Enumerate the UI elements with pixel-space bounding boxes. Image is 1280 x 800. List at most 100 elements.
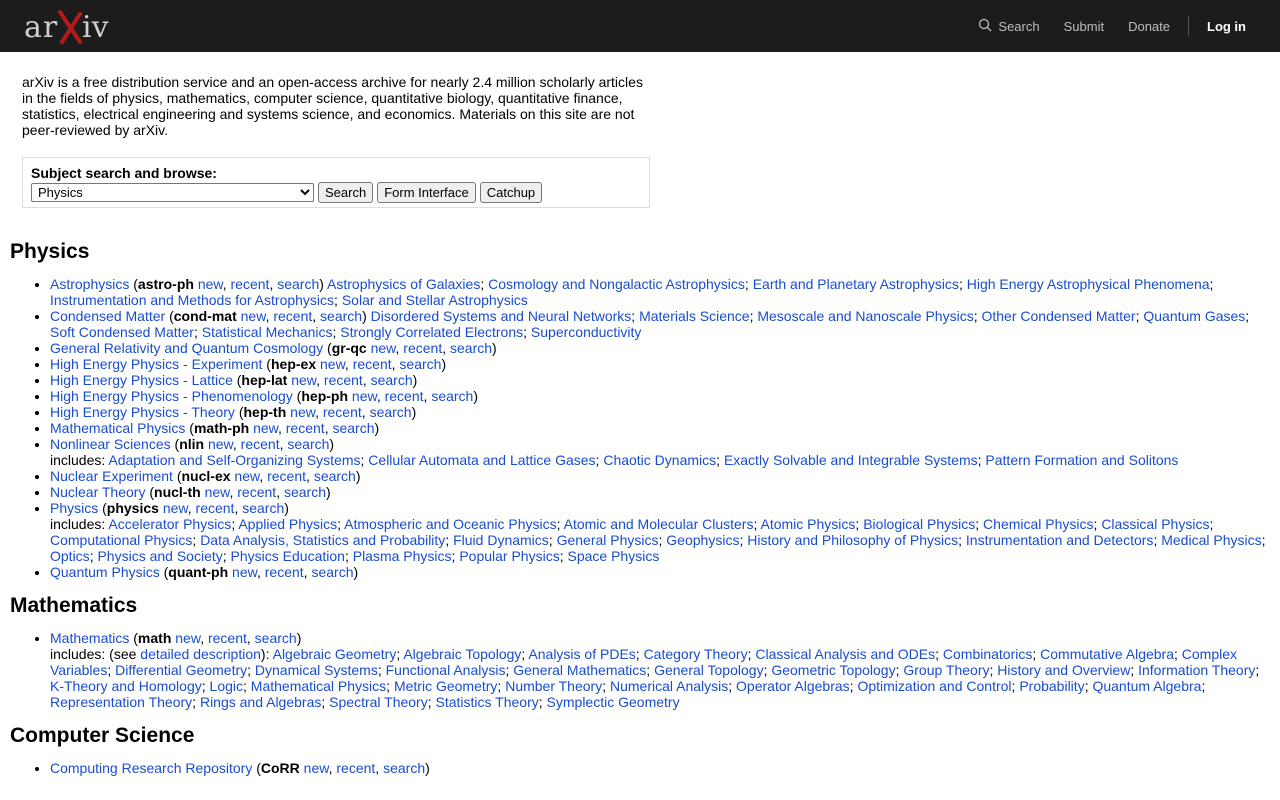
- archive-link[interactable]: High Energy Physics - Phenomenology: [50, 388, 293, 404]
- search-link[interactable]: search: [242, 500, 284, 516]
- subcategory-link[interactable]: Geophysics: [666, 532, 739, 548]
- subcategory-link[interactable]: General Physics: [557, 532, 659, 548]
- arxiv-logo[interactable]: ar iv: [24, 6, 112, 46]
- search-link[interactable]: search: [383, 760, 425, 776]
- subcategory-link[interactable]: Statistics Theory: [436, 694, 539, 710]
- subcategory-link[interactable]: Metric Geometry: [394, 678, 497, 694]
- subject-select[interactable]: Physics: [31, 183, 314, 202]
- recent-link[interactable]: recent: [385, 388, 424, 404]
- subcategory-link[interactable]: Instrumentation and Detectors: [966, 532, 1154, 548]
- login-link[interactable]: Log in: [1207, 19, 1246, 34]
- subcategory-link[interactable]: Spectral Theory: [329, 694, 428, 710]
- subcategory-link[interactable]: Combinatorics: [943, 646, 1032, 662]
- recent-link[interactable]: recent: [286, 420, 325, 436]
- subcategory-link[interactable]: Popular Physics: [459, 548, 559, 564]
- recent-link[interactable]: recent: [241, 436, 280, 452]
- archive-link[interactable]: High Energy Physics - Lattice: [50, 372, 233, 388]
- recent-link[interactable]: recent: [403, 340, 442, 356]
- subcategory-link[interactable]: Superconductivity: [531, 324, 642, 340]
- subcategory-link[interactable]: Biological Physics: [863, 516, 975, 532]
- search-link[interactable]: search: [311, 564, 353, 580]
- recent-link[interactable]: recent: [237, 484, 276, 500]
- subcategory-link[interactable]: Commutative Algebra: [1040, 646, 1174, 662]
- subcategory-link[interactable]: Atomic Physics: [761, 516, 856, 532]
- recent-link[interactable]: recent: [231, 276, 270, 292]
- new-link[interactable]: new: [198, 276, 223, 292]
- subcategory-link[interactable]: Chemical Physics: [983, 516, 1093, 532]
- archive-link[interactable]: Nuclear Experiment: [50, 468, 173, 484]
- new-link[interactable]: new: [291, 372, 316, 388]
- subcategory-link[interactable]: High Energy Astrophysical Phenomena: [967, 276, 1210, 292]
- subcategory-link[interactable]: Atmospheric and Oceanic Physics: [344, 516, 556, 532]
- archive-link[interactable]: Mathematics: [50, 630, 129, 646]
- subcategory-link[interactable]: Cosmology and Nongalactic Astrophysics: [488, 276, 745, 292]
- subcategory-link[interactable]: Statistical Mechanics: [202, 324, 333, 340]
- archive-link[interactable]: Condensed Matter: [50, 308, 165, 324]
- subcategory-link[interactable]: Operator Algebras: [736, 678, 850, 694]
- subcategory-link[interactable]: Symplectic Geometry: [547, 694, 680, 710]
- subcategory-link[interactable]: Data Analysis, Statistics and Probabilit…: [200, 532, 445, 548]
- subcategory-link[interactable]: Plasma Physics: [353, 548, 452, 564]
- search-link[interactable]: search: [284, 484, 326, 500]
- subcategory-link[interactable]: Classical Analysis and ODEs: [755, 646, 935, 662]
- archive-link[interactable]: Quantum Physics: [50, 564, 160, 580]
- subcategory-link[interactable]: Group Theory: [903, 662, 989, 678]
- search-link[interactable]: search: [371, 372, 413, 388]
- archive-link[interactable]: Astrophysics: [50, 276, 129, 292]
- recent-link[interactable]: recent: [196, 500, 235, 516]
- subcategory-link[interactable]: Chaotic Dynamics: [603, 452, 716, 468]
- recent-link[interactable]: recent: [208, 630, 247, 646]
- search-link[interactable]: search: [255, 630, 297, 646]
- search-link[interactable]: search: [370, 404, 412, 420]
- subcategory-link[interactable]: Classical Physics: [1101, 516, 1209, 532]
- subcategory-link[interactable]: Atomic and Molecular Clusters: [564, 516, 754, 532]
- subcategory-link[interactable]: History and Philosophy of Physics: [747, 532, 958, 548]
- detailed-description-link[interactable]: detailed description: [140, 646, 261, 662]
- search-link[interactable]: search: [277, 276, 319, 292]
- archive-link[interactable]: Physics: [50, 500, 98, 516]
- subcategory-link[interactable]: Materials Science: [639, 308, 750, 324]
- archive-link[interactable]: High Energy Physics - Experiment: [50, 356, 262, 372]
- subcategory-link[interactable]: Algebraic Geometry: [273, 646, 397, 662]
- archive-link[interactable]: Computing Research Repository: [50, 760, 252, 776]
- new-link[interactable]: new: [253, 420, 278, 436]
- subcategory-link[interactable]: Instrumentation and Methods for Astrophy…: [50, 292, 334, 308]
- search-link[interactable]: search: [399, 356, 441, 372]
- subcategory-link[interactable]: Exactly Solvable and Integrable Systems: [724, 452, 978, 468]
- subcategory-link[interactable]: Dynamical Systems: [255, 662, 378, 678]
- subcategory-link[interactable]: History and Overview: [997, 662, 1130, 678]
- subcategory-link[interactable]: Space Physics: [568, 548, 660, 564]
- new-link[interactable]: new: [208, 436, 233, 452]
- subcategory-link[interactable]: Accelerator Physics: [108, 516, 231, 532]
- archive-link[interactable]: Nuclear Theory: [50, 484, 145, 500]
- subcategory-link[interactable]: Pattern Formation and Solitons: [985, 452, 1178, 468]
- subcategory-link[interactable]: Soft Condensed Matter: [50, 324, 194, 340]
- search-link[interactable]: search: [450, 340, 492, 356]
- subcategory-link[interactable]: Analysis of PDEs: [528, 646, 635, 662]
- search-button[interactable]: Search: [318, 182, 374, 203]
- archive-link[interactable]: Mathematical Physics: [50, 420, 185, 436]
- subcategory-link[interactable]: Mathematical Physics: [251, 678, 386, 694]
- recent-link[interactable]: recent: [273, 308, 312, 324]
- subcategory-link[interactable]: Quantum Algebra: [1092, 678, 1201, 694]
- search-link[interactable]: search: [314, 468, 356, 484]
- subcategory-link[interactable]: Numerical Analysis: [610, 678, 728, 694]
- recent-link[interactable]: recent: [353, 356, 392, 372]
- search-link[interactable]: search: [431, 388, 473, 404]
- subcategory-link[interactable]: Information Theory: [1138, 662, 1255, 678]
- search-link[interactable]: search: [320, 308, 362, 324]
- subcategory-link[interactable]: Category Theory: [644, 646, 748, 662]
- new-link[interactable]: new: [320, 356, 345, 372]
- search-link[interactable]: search: [287, 436, 329, 452]
- subcategory-link[interactable]: Probability: [1019, 678, 1084, 694]
- new-link[interactable]: new: [163, 500, 188, 516]
- subcategory-link[interactable]: Cellular Automata and Lattice Gases: [368, 452, 595, 468]
- subcategory-link[interactable]: Other Condensed Matter: [981, 308, 1135, 324]
- subcategory-link[interactable]: Geometric Topology: [771, 662, 895, 678]
- recent-link[interactable]: recent: [324, 372, 363, 388]
- subcategory-link[interactable]: Functional Analysis: [386, 662, 506, 678]
- form-interface-button[interactable]: Form Interface: [377, 182, 476, 203]
- subcategory-link[interactable]: Rings and Algebras: [200, 694, 321, 710]
- archive-link[interactable]: General Relativity and Quantum Cosmology: [50, 340, 323, 356]
- subcategory-link[interactable]: Mesoscale and Nanoscale Physics: [757, 308, 973, 324]
